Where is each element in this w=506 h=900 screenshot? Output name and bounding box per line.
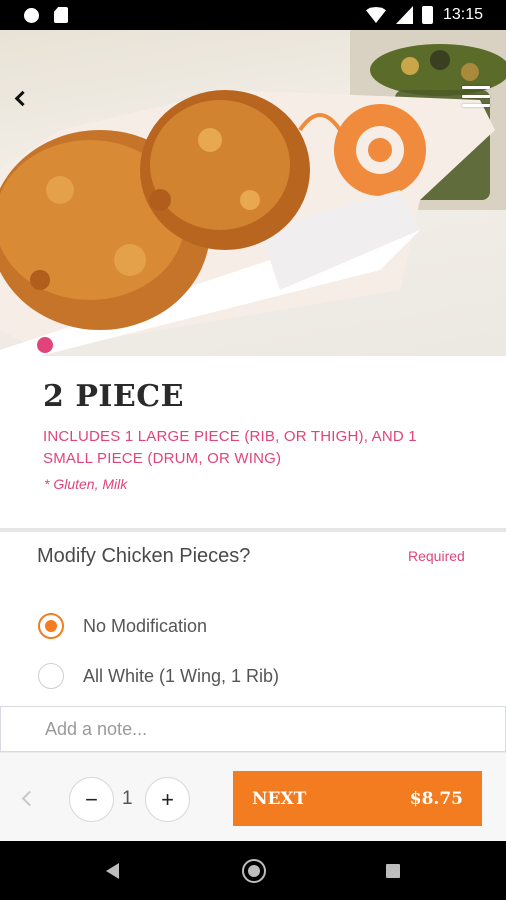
chevron-left-icon <box>21 790 38 807</box>
option-label: No Modification <box>83 615 208 636</box>
option-label: All White (1 Wing, 1 Rib) <box>83 665 280 686</box>
previous-button[interactable] <box>20 789 38 809</box>
chevron-left-icon <box>14 90 30 106</box>
nav-back-icon[interactable] <box>106 863 119 879</box>
note-field-container <box>0 706 506 752</box>
quantity-value: 1 <box>122 788 133 809</box>
nav-recents-icon[interactable] <box>386 864 400 878</box>
next-button[interactable]: NEXT $8.75 <box>233 771 482 826</box>
allergen-info: * Gluten, Milk <box>44 476 128 492</box>
wifi-icon <box>366 7 386 23</box>
back-button[interactable] <box>8 84 32 112</box>
product-title: 2 PIECE <box>43 379 185 414</box>
radio-unselected[interactable] <box>38 663 64 689</box>
status-bar: 13:15 <box>0 0 506 30</box>
increase-quantity-button[interactable]: + <box>145 777 190 822</box>
required-badge: Required <box>408 548 465 564</box>
nav-home-icon[interactable] <box>242 859 266 883</box>
section-divider <box>0 528 506 532</box>
bottom-action-bar: − 1 + NEXT $8.75 <box>0 752 506 841</box>
hamburger-menu-icon-line <box>462 95 490 98</box>
option-no-modification[interactable]: No Modification <box>38 612 207 640</box>
product-description: INCLUDES 1 LARGE PIECE (RIB, OR THIGH), … <box>43 428 417 467</box>
next-label: NEXT <box>252 788 307 809</box>
system-nav-bar <box>0 841 506 900</box>
sd-card-icon <box>54 7 68 23</box>
radio-selected[interactable] <box>38 613 64 639</box>
hero-image <box>0 30 506 356</box>
hamburger-menu-icon <box>462 86 490 89</box>
hamburger-menu-icon-line <box>462 104 490 107</box>
fried-chicken-photo <box>0 30 506 356</box>
option-all-white[interactable]: All White (1 Wing, 1 Rib) <box>38 662 279 690</box>
note-input[interactable] <box>1 707 505 751</box>
status-time: 13:15 <box>443 6 484 23</box>
signal-icon <box>396 6 413 24</box>
battery-icon <box>422 6 433 24</box>
modifier-title: Modify Chicken Pieces? <box>37 545 251 567</box>
decrease-quantity-button[interactable]: − <box>69 777 114 822</box>
menu-button[interactable] <box>462 86 490 108</box>
price-label: $8.75 <box>409 788 463 809</box>
notification-dot-icon <box>24 8 39 23</box>
